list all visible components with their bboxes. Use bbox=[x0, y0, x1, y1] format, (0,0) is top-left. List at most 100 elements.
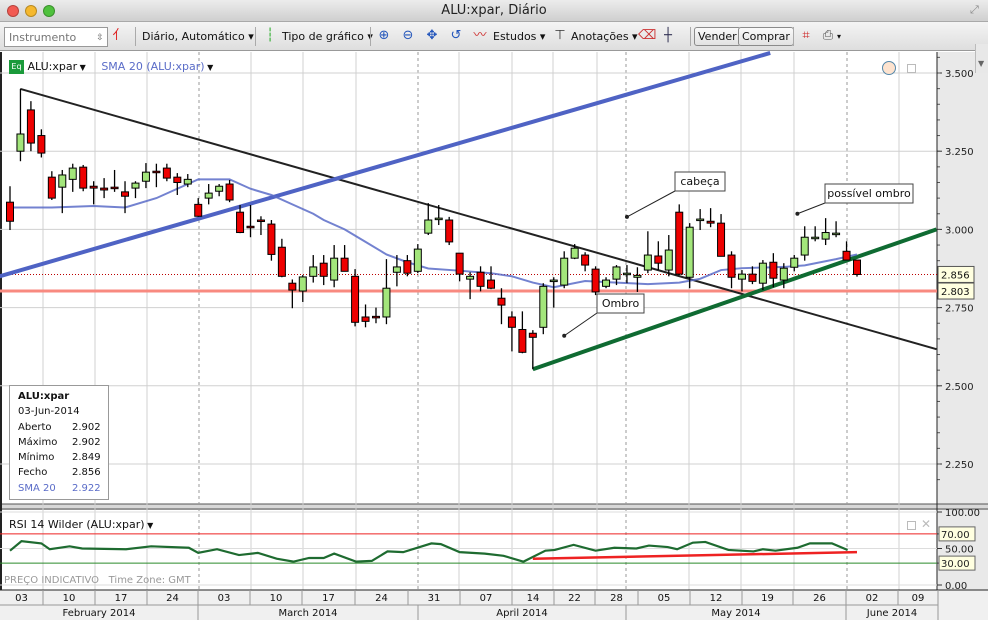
candle-body bbox=[643, 254, 652, 271]
candle-body bbox=[79, 166, 88, 189]
sell-button[interactable]: Vender bbox=[694, 27, 741, 46]
toolbar-scrollbar[interactable]: ▼ bbox=[975, 44, 988, 73]
candle bbox=[351, 269, 360, 327]
candlestick-icon[interactable]: ┆ bbox=[262, 28, 278, 44]
candle-body bbox=[204, 192, 213, 199]
candle bbox=[675, 204, 684, 276]
studies-dropdown[interactable]: Estudos ▾ bbox=[493, 27, 545, 46]
candle-body bbox=[392, 266, 401, 273]
day-label: 14 bbox=[527, 593, 540, 604]
period-dropdown[interactable]: Diário, Automático ▾ bbox=[142, 27, 254, 46]
close-rsi-panel-icon[interactable]: ✕ bbox=[921, 517, 931, 531]
candle-body bbox=[497, 297, 506, 306]
candle-body bbox=[591, 268, 600, 293]
candle-body bbox=[47, 176, 56, 199]
candle-body bbox=[455, 252, 464, 275]
candle-body bbox=[225, 183, 234, 201]
symbol-legend[interactable]: ALU:xpar bbox=[28, 60, 78, 73]
candle-body bbox=[800, 236, 809, 256]
candle-body bbox=[466, 275, 475, 280]
candle-body bbox=[811, 236, 820, 240]
eraser-icon[interactable]: ⌫ bbox=[638, 28, 656, 44]
instrument-spinner-icon[interactable]: ⇳ bbox=[92, 30, 108, 46]
maximize-panel-icon[interactable] bbox=[907, 64, 916, 73]
annotation-anchor-dot bbox=[624, 214, 629, 219]
candle-body bbox=[518, 328, 527, 353]
info-value: 2.902 bbox=[72, 421, 101, 433]
zoom-out-icon[interactable]: ⊖ bbox=[400, 28, 416, 44]
sma-legend[interactable]: SMA 20 (ALU:xpar) bbox=[101, 60, 204, 73]
candle-body bbox=[382, 287, 391, 318]
candle-body bbox=[602, 279, 611, 287]
day-label: 24 bbox=[166, 593, 179, 604]
candle-body bbox=[89, 185, 98, 189]
rsi-legend[interactable]: RSI 14 Wilder (ALU:xpar) ▼ bbox=[9, 518, 153, 531]
clock-icon[interactable] bbox=[882, 61, 896, 75]
resize-icon[interactable]: ⤢ bbox=[970, 3, 979, 17]
annotations-icon[interactable]: ⊤ bbox=[552, 28, 568, 44]
candle-body bbox=[288, 282, 297, 291]
footer-note: PREÇO INDICATIVO Time Zone: GMT bbox=[4, 575, 191, 586]
info-key: Máximo bbox=[18, 436, 58, 448]
candle-body bbox=[696, 218, 705, 222]
annotations-dropdown[interactable]: Anotações ▾ bbox=[571, 27, 638, 46]
annotation-label: Ombro bbox=[602, 297, 640, 310]
candle-body bbox=[664, 249, 673, 271]
month-label: May 2014 bbox=[711, 608, 760, 619]
candle-body bbox=[779, 267, 788, 281]
candle-body bbox=[654, 255, 663, 264]
day-label: 03 bbox=[218, 593, 231, 604]
studies-icon[interactable]: 〰 bbox=[472, 28, 488, 44]
annotation-label: possível ombro bbox=[827, 187, 911, 200]
crosshair-info-icon[interactable]: ┼ bbox=[660, 28, 676, 44]
candle-body bbox=[37, 135, 46, 154]
rsi-dropdown-arrow[interactable]: ▼ bbox=[145, 521, 153, 530]
annotation-anchor-dot bbox=[562, 333, 567, 338]
print-dropdown-arrow[interactable]: ▾ bbox=[837, 27, 841, 46]
candle-body bbox=[58, 174, 67, 188]
add-comparison-icon[interactable]: ⺅ bbox=[111, 28, 127, 44]
candle-body bbox=[267, 223, 276, 255]
candle-body bbox=[351, 275, 360, 323]
maximize-rsi-panel-icon[interactable] bbox=[907, 521, 916, 530]
pan-icon[interactable]: ✥ bbox=[424, 28, 440, 44]
candle-body bbox=[173, 176, 182, 183]
candle bbox=[79, 164, 88, 192]
price-tick-label: 2.250 bbox=[945, 460, 974, 471]
rsi-tick-label: 50.00 bbox=[945, 545, 974, 556]
candle-body bbox=[507, 316, 516, 328]
candle-body bbox=[685, 226, 694, 278]
candle-body bbox=[821, 232, 830, 240]
candle-body bbox=[110, 186, 119, 190]
candle-body bbox=[487, 279, 496, 289]
candle-body bbox=[445, 219, 454, 243]
buy-button[interactable]: Comprar bbox=[738, 27, 794, 46]
symbol-dropdown-arrow[interactable]: ▼ bbox=[77, 63, 86, 72]
candle bbox=[539, 283, 548, 335]
candle-body bbox=[539, 285, 548, 328]
timezone-label: Time Zone: GMT bbox=[108, 575, 191, 586]
day-label: 05 bbox=[658, 593, 671, 604]
candle-body bbox=[622, 272, 631, 276]
chart-type-dropdown[interactable]: Tipo de gráfico ▾ bbox=[282, 27, 373, 46]
candle-body bbox=[612, 266, 621, 280]
info-key: Fecho bbox=[18, 467, 48, 479]
day-label: 12 bbox=[710, 593, 723, 604]
annotation-anchor-dot bbox=[795, 211, 800, 216]
candle-body bbox=[26, 109, 35, 144]
reset-rotate-icon[interactable]: ↺ bbox=[448, 28, 464, 44]
price-note: PREÇO INDICATIVO bbox=[4, 575, 100, 586]
zoom-in-icon[interactable]: ⊕ bbox=[376, 28, 392, 44]
candle-body bbox=[549, 279, 558, 283]
candle-body bbox=[194, 203, 203, 217]
annotation-label: cabeça bbox=[680, 175, 719, 188]
period-label: Diário, Automático bbox=[142, 30, 245, 43]
candle-body bbox=[737, 273, 746, 280]
candle-body bbox=[68, 167, 77, 180]
candle-body bbox=[570, 247, 579, 259]
price-tick-label: 3.500 bbox=[945, 69, 974, 80]
candle-body bbox=[361, 316, 370, 322]
sma-dropdown-arrow[interactable]: ▼ bbox=[205, 63, 213, 72]
chart-settings-icon[interactable]: ⌗ bbox=[798, 28, 814, 44]
print-icon[interactable]: ⎙ bbox=[820, 28, 836, 44]
